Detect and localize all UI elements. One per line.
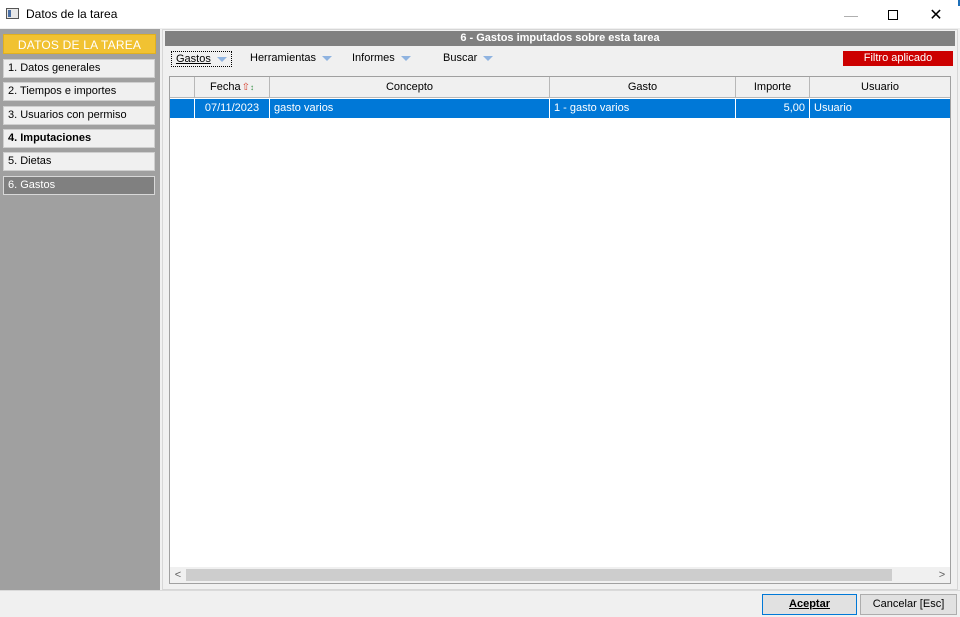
cell-concepto[interactable]: gasto varios xyxy=(270,99,550,118)
maximize-icon xyxy=(888,9,898,20)
column-header-concepto[interactable]: Concepto xyxy=(270,77,550,98)
chevron-down-icon xyxy=(322,55,333,61)
sidebar-item-usuarios-permiso[interactable]: 3. Usuarios con permiso xyxy=(3,106,155,125)
accept-button[interactable]: Aceptar xyxy=(762,594,857,615)
scroll-right-icon[interactable]: > xyxy=(934,567,950,583)
menu-herramientas[interactable]: Herramientas xyxy=(246,51,336,67)
title-bar: Datos de la tarea — ✕ xyxy=(0,0,960,29)
cancel-button[interactable]: Cancelar [Esc] xyxy=(860,594,957,615)
column-header-usuario[interactable]: Usuario xyxy=(810,77,950,98)
sidebar-item-datos-generales[interactable]: 1. Datos generales xyxy=(3,59,155,78)
cell-importe[interactable]: 5,00 xyxy=(736,99,810,118)
sidebar-header: DATOS DE LA TAREA xyxy=(3,34,156,54)
minimize-button[interactable]: — xyxy=(828,0,874,29)
cell-fecha[interactable]: 07/11/2023 xyxy=(195,99,270,118)
panel-title: 6 - Gastos imputados sobre esta tarea xyxy=(165,31,955,46)
sort-order-icon: ↕ xyxy=(249,83,254,92)
filter-applied-badge[interactable]: Filtro aplicado xyxy=(843,51,953,66)
window-title: Datos de la tarea xyxy=(26,7,118,21)
expenses-table[interactable] xyxy=(169,76,951,584)
menu-label: Informes xyxy=(352,52,395,64)
sidebar-item-dietas[interactable]: 5. Dietas xyxy=(3,152,155,171)
column-header-gasto[interactable]: Gasto xyxy=(550,77,736,98)
scrollbar-thumb[interactable] xyxy=(186,569,892,581)
column-label: Fecha xyxy=(210,81,241,93)
cell-gasto[interactable]: 1 - gasto varios xyxy=(550,99,736,118)
cell-usuario[interactable]: Usuario xyxy=(810,99,950,118)
row-indicator[interactable] xyxy=(170,99,195,118)
sort-arrow-icon: ⇧ xyxy=(241,82,250,93)
chevron-down-icon xyxy=(216,56,227,62)
row-indicator-header xyxy=(170,77,195,98)
column-header-fecha[interactable]: Fecha⇧↕ xyxy=(195,77,270,98)
sidebar-item-imputaciones[interactable]: 4. Imputaciones xyxy=(3,129,155,148)
menu-label: Buscar xyxy=(443,52,478,64)
close-button[interactable]: ✕ xyxy=(913,0,959,29)
menu-buscar[interactable]: Buscar xyxy=(439,51,497,67)
divider xyxy=(0,590,960,591)
scroll-left-icon[interactable]: < xyxy=(170,567,186,583)
app-icon xyxy=(6,8,19,19)
menu-gastos[interactable]: Gastos xyxy=(171,51,232,67)
maximize-button[interactable] xyxy=(870,0,916,29)
sidebar-item-tiempos-importes[interactable]: 2. Tiempos e importes xyxy=(3,82,155,101)
accept-label: Aceptar xyxy=(789,598,830,610)
menu-label: Gastos xyxy=(176,53,211,65)
sidebar-item-gastos[interactable]: 6. Gastos xyxy=(3,176,155,195)
menu-informes[interactable]: Informes xyxy=(348,51,415,67)
chevron-down-icon xyxy=(483,55,494,61)
chevron-down-icon xyxy=(400,55,411,61)
menu-label: Herramientas xyxy=(250,52,317,64)
column-header-importe[interactable]: Importe xyxy=(736,77,810,98)
